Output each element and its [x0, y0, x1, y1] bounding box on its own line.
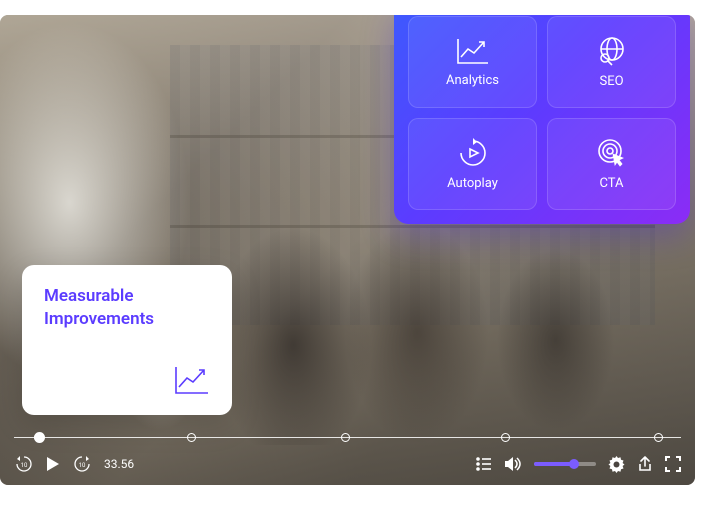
measurable-improvements-card: Measurable Improvements [22, 265, 232, 415]
forward-button[interactable]: 10 [72, 454, 92, 474]
feature-label: Analytics [446, 73, 499, 88]
volume-thumb[interactable] [569, 459, 579, 469]
seo-icon [595, 36, 629, 66]
cta-icon [595, 138, 629, 168]
volume-slider[interactable] [534, 462, 596, 466]
timeline-marker[interactable] [501, 433, 510, 442]
timeline-marker[interactable] [341, 433, 350, 442]
analytics-icon [456, 37, 490, 65]
features-panel: Analytics SEO Autoplay [394, 15, 690, 224]
chapters-button[interactable] [476, 457, 492, 471]
share-button[interactable] [637, 456, 653, 472]
volume-fill [534, 462, 571, 466]
volume-button[interactable] [504, 456, 522, 472]
svg-text:10: 10 [79, 462, 86, 469]
feature-label: Autoplay [447, 176, 498, 191]
feature-label: CTA [599, 176, 623, 191]
svg-text:10: 10 [21, 462, 28, 469]
card-title: Measurable Improvements [44, 285, 210, 331]
rewind-button[interactable]: 10 [14, 454, 34, 474]
video-player: Analytics SEO Autoplay [0, 15, 695, 485]
feature-tile-seo[interactable]: SEO [547, 16, 676, 108]
play-button[interactable] [46, 456, 60, 472]
player-controls: 10 10 33.56 [0, 427, 695, 485]
timeline-marker[interactable] [654, 433, 663, 442]
timeline-marker[interactable] [187, 433, 196, 442]
settings-button[interactable] [608, 456, 625, 473]
feature-tile-analytics[interactable]: Analytics [408, 16, 537, 108]
autoplay-icon [456, 138, 490, 168]
feature-tile-autoplay[interactable]: Autoplay [408, 118, 537, 210]
timeline-thumb[interactable] [34, 432, 45, 443]
feature-label: SEO [599, 74, 623, 89]
fullscreen-button[interactable] [665, 456, 681, 472]
timeline[interactable] [14, 427, 681, 445]
feature-tile-cta[interactable]: CTA [547, 118, 676, 210]
timestamp: 33.56 [104, 457, 134, 471]
trend-up-icon [174, 365, 210, 395]
